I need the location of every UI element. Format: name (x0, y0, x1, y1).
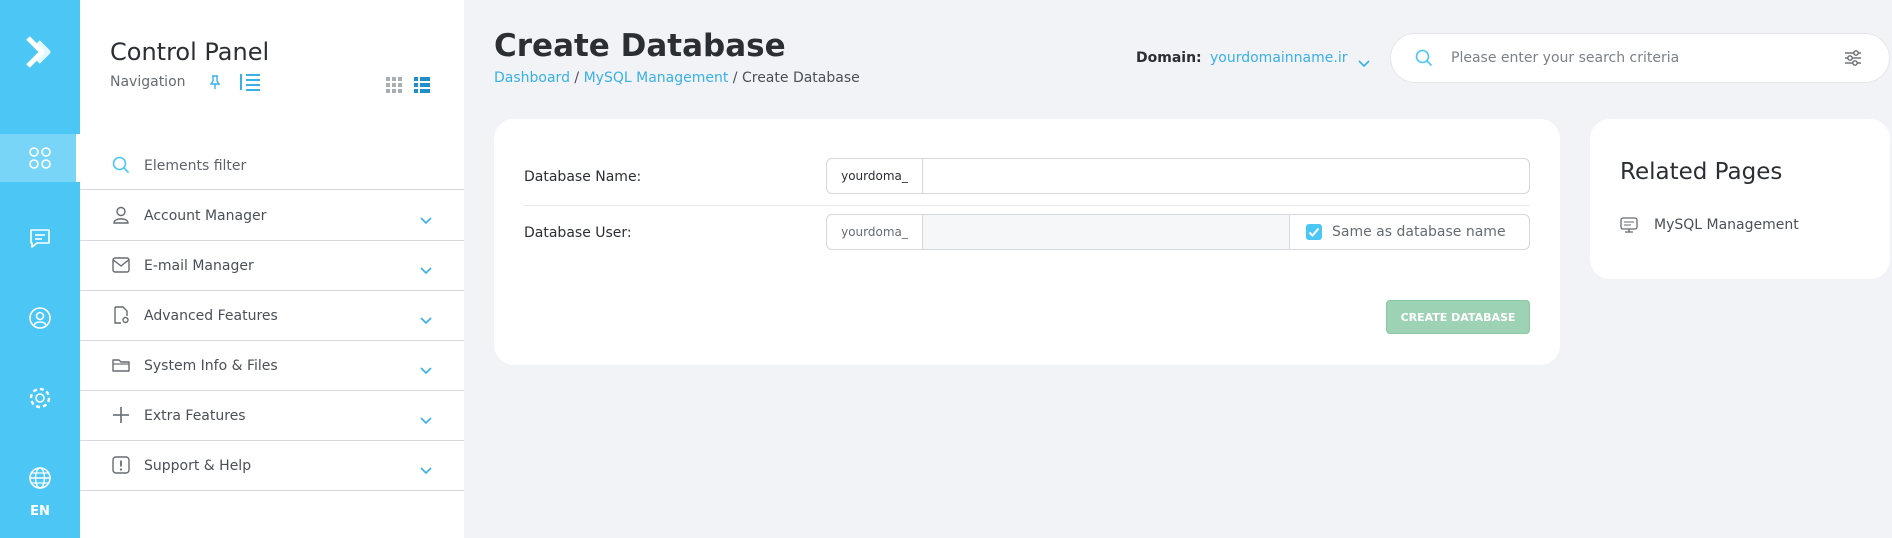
globe-icon (29, 467, 51, 489)
sidebar-title: Control Panel (110, 38, 270, 66)
search-icon (112, 156, 130, 178)
logo-icon[interactable] (0, 22, 80, 82)
same-as-database-name-label: Same as database name (1332, 224, 1506, 240)
message-icon (30, 229, 50, 248)
database-name-prefix: yourdoma_ (827, 159, 923, 193)
chevron-down-icon (420, 360, 432, 379)
breadcrumb-dashboard[interactable]: Dashboard (494, 70, 570, 86)
sidebar-item-label: Support & Help (144, 458, 252, 474)
sidebar-item-email-manager[interactable]: E-mail Manager (80, 241, 464, 291)
alert-icon (112, 456, 130, 478)
elements-filter-label: Elements filter (144, 158, 247, 174)
elements-filter[interactable]: Elements filter (80, 146, 464, 190)
mail-icon (112, 256, 130, 278)
breadcrumb-mysql-management[interactable]: MySQL Management (584, 70, 729, 86)
sidebar-item-advanced-features[interactable]: Advanced Features (80, 291, 464, 341)
related-link-label: MySQL Management (1654, 217, 1799, 233)
database-user-field-group: yourdoma_ Same as database name (826, 214, 1530, 250)
rail-item-language[interactable] (0, 454, 80, 502)
chevron-down-icon[interactable] (1358, 53, 1370, 72)
create-database-button[interactable]: CREATE DATABASE (1386, 300, 1530, 334)
sidebar-item-label: System Info & Files (144, 358, 278, 374)
rail-item-messages[interactable] (0, 214, 80, 262)
page-title: Create Database (494, 28, 786, 64)
user-icon (112, 206, 130, 228)
breadcrumb-current: Create Database (741, 70, 860, 86)
chevron-down-icon (420, 460, 432, 479)
related-pages-title: Related Pages (1620, 159, 1783, 185)
sidebar-item-label: E-mail Manager (144, 258, 254, 274)
database-user-label: Database User: (524, 225, 632, 241)
folder-icon (112, 356, 130, 378)
filter-settings-icon[interactable] (1843, 48, 1863, 72)
document-gear-icon (112, 306, 130, 328)
chevron-down-icon (420, 410, 432, 429)
user-circle-icon (29, 307, 51, 329)
sidebar-item-label: Extra Features (144, 408, 246, 424)
database-name-field-group: yourdoma_ (826, 158, 1530, 194)
same-as-database-name-option[interactable]: Same as database name (1289, 215, 1529, 249)
search-bar (1390, 33, 1890, 83)
sidebar-item-label: Account Manager (144, 208, 267, 224)
domain-label: Domain: (1136, 50, 1202, 66)
icon-rail: EN (0, 0, 80, 538)
chevron-down-icon (420, 210, 432, 229)
list-order-icon[interactable] (238, 72, 262, 96)
related-pages-panel: Related Pages MySQL Management (1590, 119, 1890, 279)
rail-item-settings[interactable] (0, 374, 80, 422)
sidebar: Control Panel Navigation Elements filter… (80, 0, 464, 538)
gear-icon (29, 387, 51, 409)
apps-icon (29, 147, 51, 169)
sidebar-item-account-manager[interactable]: Account Manager (80, 191, 464, 241)
chevron-down-icon (420, 260, 432, 279)
breadcrumb: Dashboard / MySQL Management / Create Da… (494, 70, 860, 86)
database-name-input[interactable] (923, 159, 1529, 193)
chevron-down-icon (420, 310, 432, 329)
breadcrumb-separator: / (732, 70, 738, 86)
search-input[interactable] (1451, 46, 1811, 70)
breadcrumb-separator: / (574, 70, 580, 86)
database-user-input[interactable] (923, 215, 1289, 249)
database-user-prefix: yourdoma_ (827, 215, 923, 249)
sidebar-subtitle: Navigation (110, 74, 186, 90)
create-database-form: Database Name: yourdoma_ Database User: … (494, 119, 1560, 365)
list-view-icon[interactable] (414, 77, 430, 97)
sidebar-item-system-info-files[interactable]: System Info & Files (80, 341, 464, 391)
pin-icon[interactable] (208, 74, 222, 94)
rail-item-profile[interactable] (0, 294, 80, 342)
sql-icon (1620, 217, 1638, 237)
database-name-label: Database Name: (524, 169, 642, 185)
check-icon (1308, 227, 1320, 237)
grid-view-icon[interactable] (386, 77, 402, 97)
domain-selector[interactable]: yourdomainname.ir (1210, 50, 1347, 66)
language-label[interactable]: EN (0, 504, 80, 519)
sidebar-item-support-help[interactable]: Support & Help (80, 441, 464, 491)
plus-icon (112, 406, 130, 428)
rail-item-apps[interactable] (0, 134, 80, 182)
sidebar-item-extra-features[interactable]: Extra Features (80, 391, 464, 441)
row-divider (524, 205, 1530, 206)
sidebar-item-label: Advanced Features (144, 308, 278, 324)
same-as-database-name-checkbox[interactable] (1306, 224, 1322, 240)
search-icon (1415, 49, 1433, 71)
